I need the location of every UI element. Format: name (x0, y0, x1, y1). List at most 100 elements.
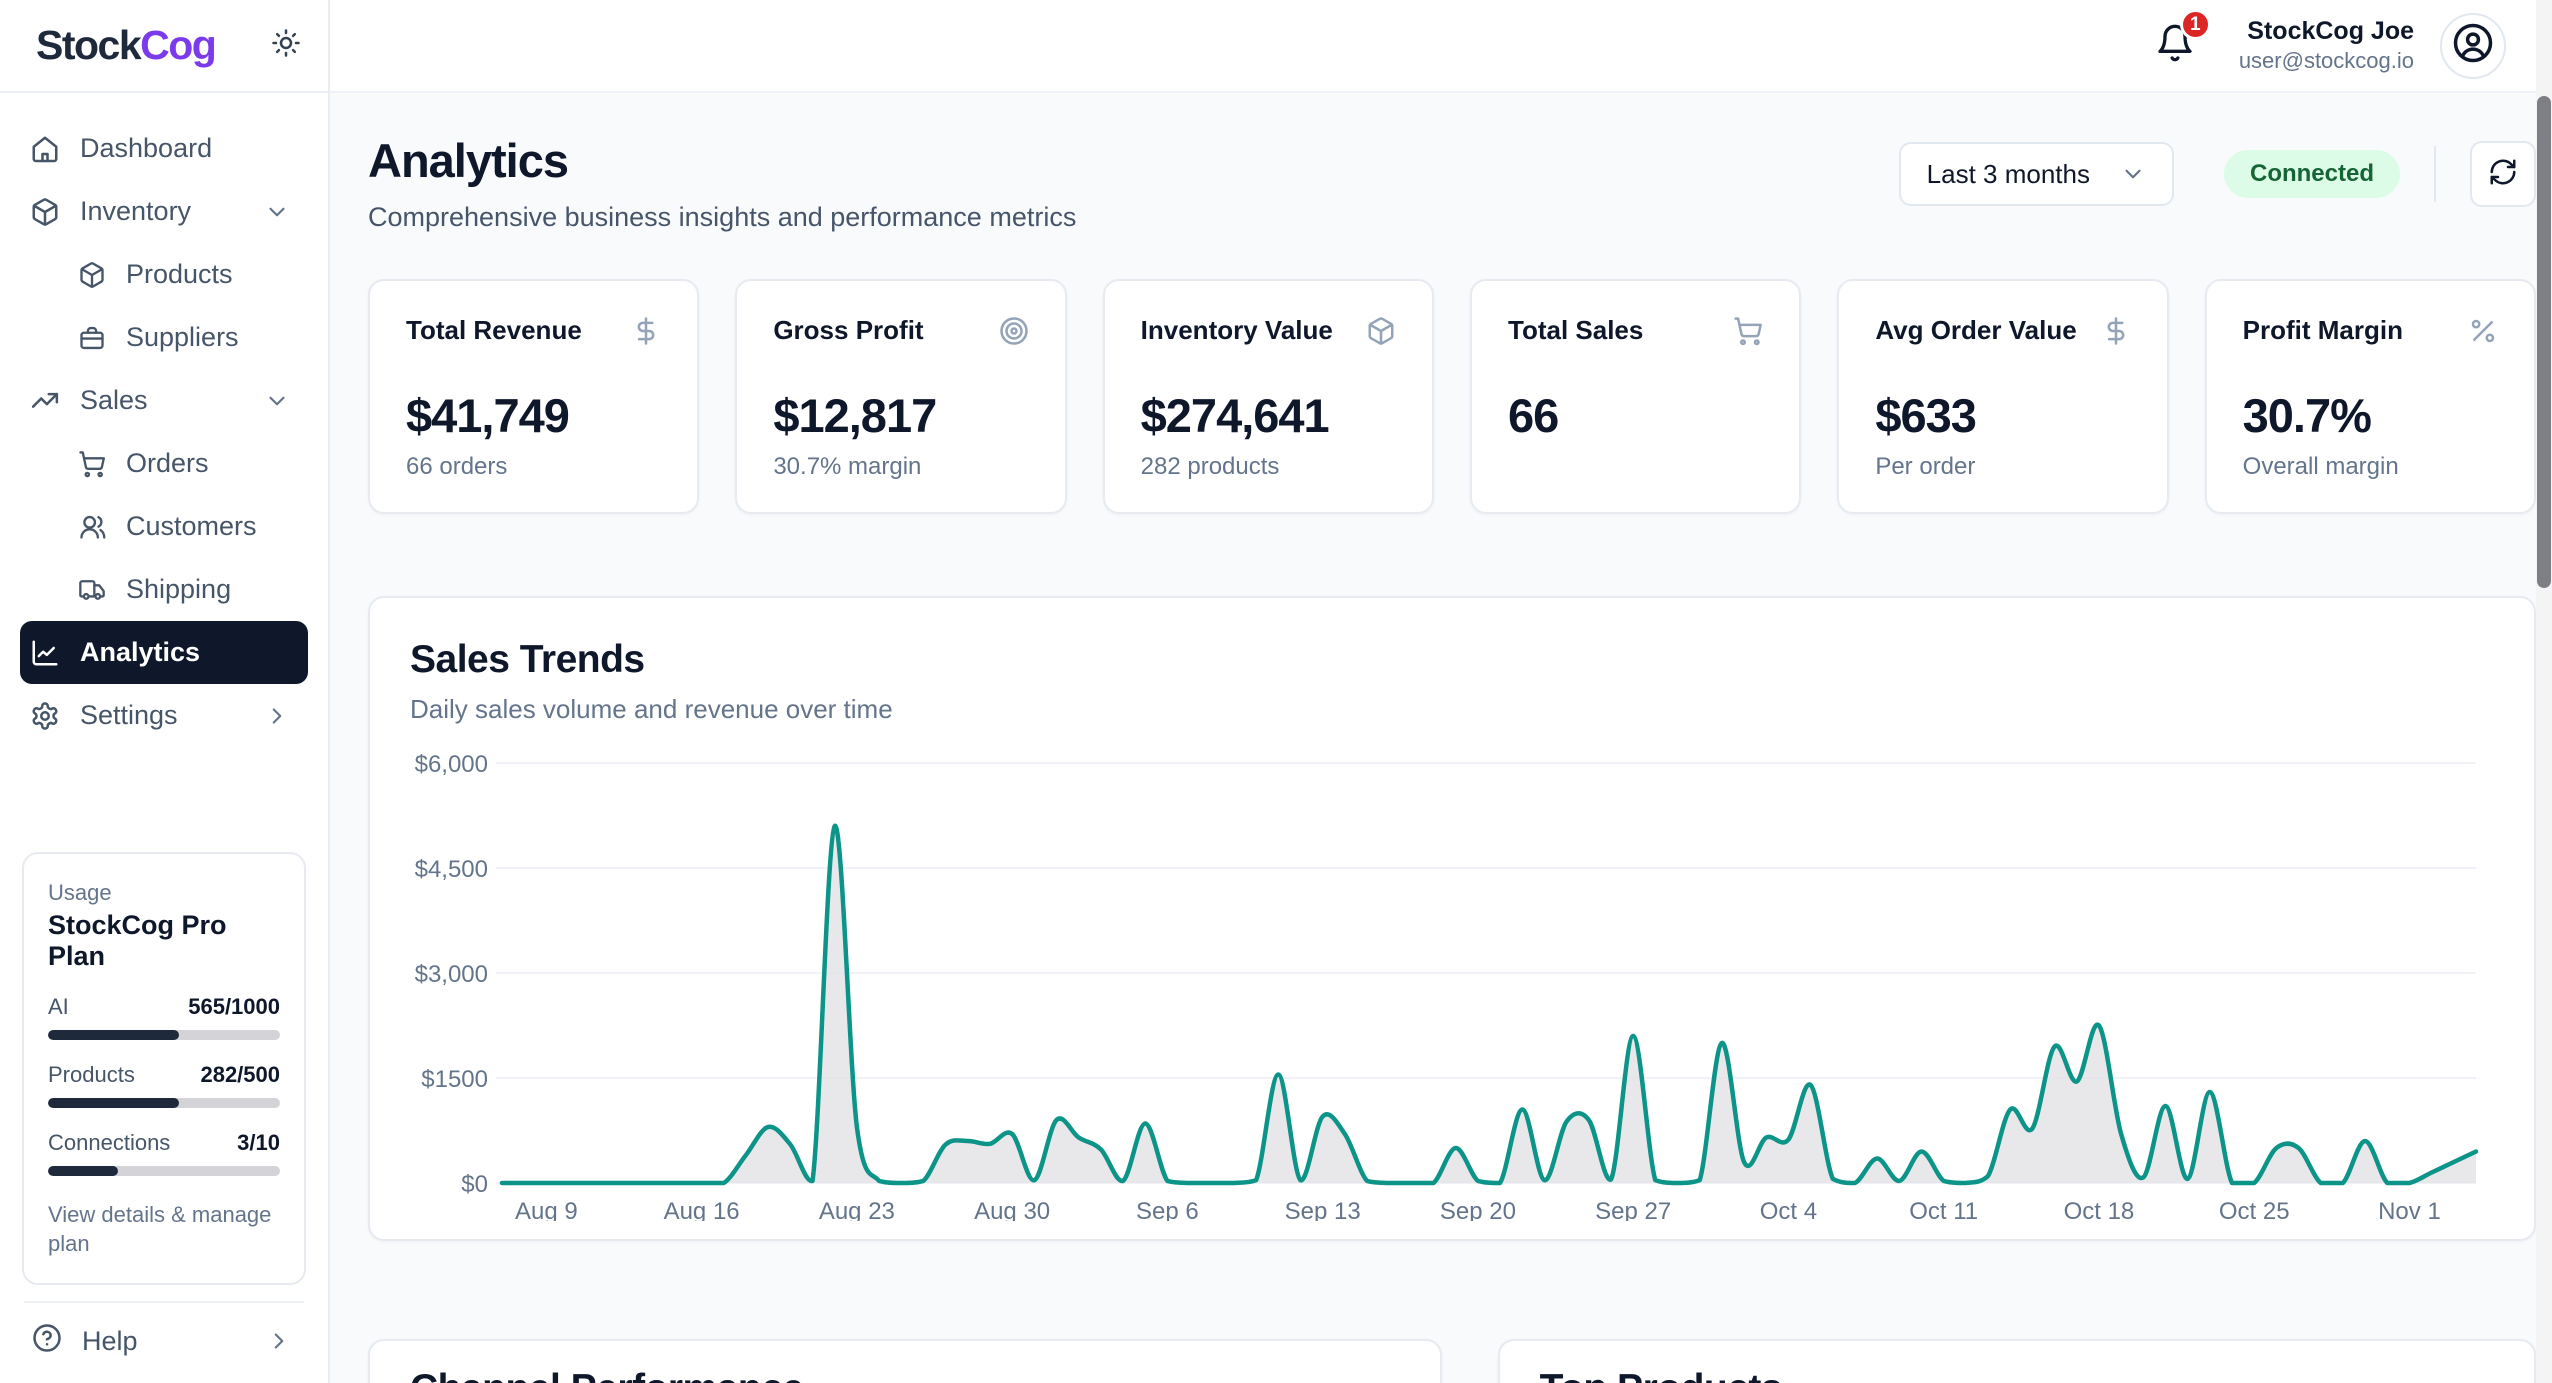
sidebar-item-orders[interactable]: Orders (20, 432, 308, 495)
metric-card-profit-margin: Profit Margin30.7%Overall margin (2205, 279, 2536, 514)
app-window: StockCog Dashboard Inventory Products Suppl… (0, 0, 2552, 1383)
sidebar-header: StockCog (0, 0, 328, 93)
help-icon (32, 1323, 62, 1353)
sidebar-nav: Dashboard Inventory Products Suppliers Sales… (0, 93, 328, 852)
svg-text:Aug 30: Aug 30 (974, 1198, 1050, 1221)
scrollbar-thumb[interactable] (2537, 96, 2551, 588)
chevron-right-icon (264, 703, 290, 729)
meter-fill (48, 1030, 179, 1040)
chevron-right-icon (264, 703, 290, 729)
sidebar-item-label: Shipping (126, 574, 231, 605)
sidebar-item-customers[interactable]: Customers (20, 495, 308, 558)
help-label: Help (82, 1326, 138, 1357)
target-icon (999, 316, 1029, 346)
metric-title: Total Sales (1508, 315, 1643, 346)
page-subtitle: Comprehensive business insights and perf… (368, 202, 1076, 233)
theme-toggle-button[interactable] (271, 28, 301, 63)
page-header-text: Analytics Comprehensive business insight… (368, 133, 1076, 233)
sidebar-item-shipping[interactable]: Shipping (20, 558, 308, 621)
sidebar-item-label: Sales (80, 385, 148, 416)
svg-text:$1500: $1500 (421, 1066, 488, 1093)
meter-track (48, 1098, 280, 1108)
sidebar-item-suppliers[interactable]: Suppliers (20, 306, 308, 369)
card-title: Top Products (1540, 1367, 2494, 1383)
sales-trends-title: Sales Trends (410, 638, 2494, 682)
sun-icon (271, 28, 301, 63)
connection-status-badge: Connected (2224, 150, 2400, 198)
percent-icon (2468, 316, 2498, 346)
home-icon (30, 134, 60, 164)
svg-text:Nov 1: Nov 1 (2378, 1198, 2441, 1221)
logo-part-2: Cog (140, 22, 215, 68)
chevron-right-icon (266, 1328, 292, 1354)
manage-plan-link[interactable]: View details & manage plan (48, 1200, 280, 1259)
metric-title: Profit Margin (2243, 315, 2403, 346)
sun-icon (271, 28, 301, 58)
svg-text:Sep 27: Sep 27 (1595, 1198, 1671, 1221)
sidebar: StockCog Dashboard Inventory Products Suppl… (0, 0, 330, 1383)
svg-text:$3,000: $3,000 (415, 961, 488, 988)
metric-subtext: 30.7% margin (773, 453, 1028, 481)
help-icon (32, 1323, 62, 1360)
card-title: Channel Performance (410, 1367, 1400, 1383)
sales-trends-subtitle: Daily sales volume and revenue over time (410, 694, 2494, 725)
sidebar-item-label: Dashboard (80, 133, 212, 164)
usage-title: Usage (48, 880, 280, 906)
svg-text:Oct 18: Oct 18 (2064, 1198, 2135, 1221)
sidebar-item-label: Suppliers (126, 322, 239, 353)
dollar-icon (2101, 316, 2131, 346)
area-chart: $0$1500$3,000$4,500$6,000Aug 9Aug 16Aug … (410, 751, 2484, 1221)
logo-part-1: Stock (36, 22, 140, 68)
metric-cards-row: Total Revenue $41,749 66 orders Gross Profi… (368, 279, 2536, 514)
svg-text:$0: $0 (461, 1171, 488, 1198)
svg-text:Sep 20: Sep 20 (1440, 1198, 1516, 1221)
refresh-button[interactable] (2470, 141, 2536, 207)
metric-value: $633 (1875, 388, 2130, 443)
controls-divider (2434, 146, 2436, 202)
metric-card-total-revenue: Total Revenue $41,749 66 orders (368, 279, 699, 514)
notifications-button[interactable]: 1 (2155, 23, 2195, 68)
svg-text:Oct 11: Oct 11 (1909, 1198, 1978, 1221)
metric-title: Gross Profit (773, 315, 923, 346)
metric-value: $274,641 (1141, 388, 1396, 443)
sidebar-item-inventory[interactable]: Inventory (20, 180, 308, 243)
sales-trends-chart: $0$1500$3,000$4,500$6,000Aug 9Aug 16Aug … (410, 751, 2494, 1221)
vertical-scrollbar (2536, 0, 2552, 1383)
cart-icon (1733, 316, 1763, 346)
sidebar-item-sales[interactable]: Sales (20, 369, 308, 432)
page-header: Analytics Comprehensive business insight… (368, 133, 2536, 233)
metric-value: $41,749 (406, 388, 661, 443)
metric-value: $12,817 (773, 388, 1028, 443)
refresh-icon (2488, 157, 2518, 187)
metric-title: Total Revenue (406, 315, 582, 346)
user-circle-icon (2452, 22, 2494, 69)
sidebar-item-products[interactable]: Products (20, 243, 308, 306)
metric-subtext: 66 orders (406, 453, 661, 481)
trending-up-icon (30, 386, 60, 416)
sidebar-item-dashboard[interactable]: Dashboard (20, 117, 308, 180)
package-icon (1366, 316, 1396, 346)
package-icon (30, 197, 60, 227)
metric-card-inventory-value: Inventory Value$274,641282 products (1103, 279, 1434, 514)
metric-title: Inventory Value (1141, 315, 1333, 346)
meter-value: 3/10 (237, 1130, 280, 1156)
sidebar-item-label: Inventory (80, 196, 191, 227)
user-name: StockCog Joe (2239, 17, 2414, 46)
package-icon (78, 261, 106, 289)
dollar-icon (631, 316, 661, 346)
sidebar-item-help[interactable]: Help (22, 1309, 306, 1373)
svg-text:$6,000: $6,000 (415, 751, 488, 778)
svg-text:Aug 16: Aug 16 (664, 1198, 740, 1221)
avatar-button[interactable] (2440, 13, 2506, 79)
sidebar-item-label: Products (126, 259, 233, 290)
svg-text:$4,500: $4,500 (415, 856, 488, 883)
sidebar-bottom: Usage StockCog Pro Plan AI565/1000Produc… (0, 852, 328, 1383)
usage-card: Usage StockCog Pro Plan AI565/1000Produc… (22, 852, 306, 1285)
sidebar-item-label: Settings (80, 700, 178, 731)
date-range-select[interactable]: Last 3 months (1899, 142, 2174, 206)
user-block: StockCog Joe user@stockcog.io (2239, 17, 2414, 74)
sidebar-item-analytics[interactable]: Analytics (20, 621, 308, 684)
sidebar-item-label: Analytics (80, 637, 200, 668)
sidebar-item-settings[interactable]: Settings (20, 684, 308, 747)
chevron-down-icon (264, 388, 290, 414)
